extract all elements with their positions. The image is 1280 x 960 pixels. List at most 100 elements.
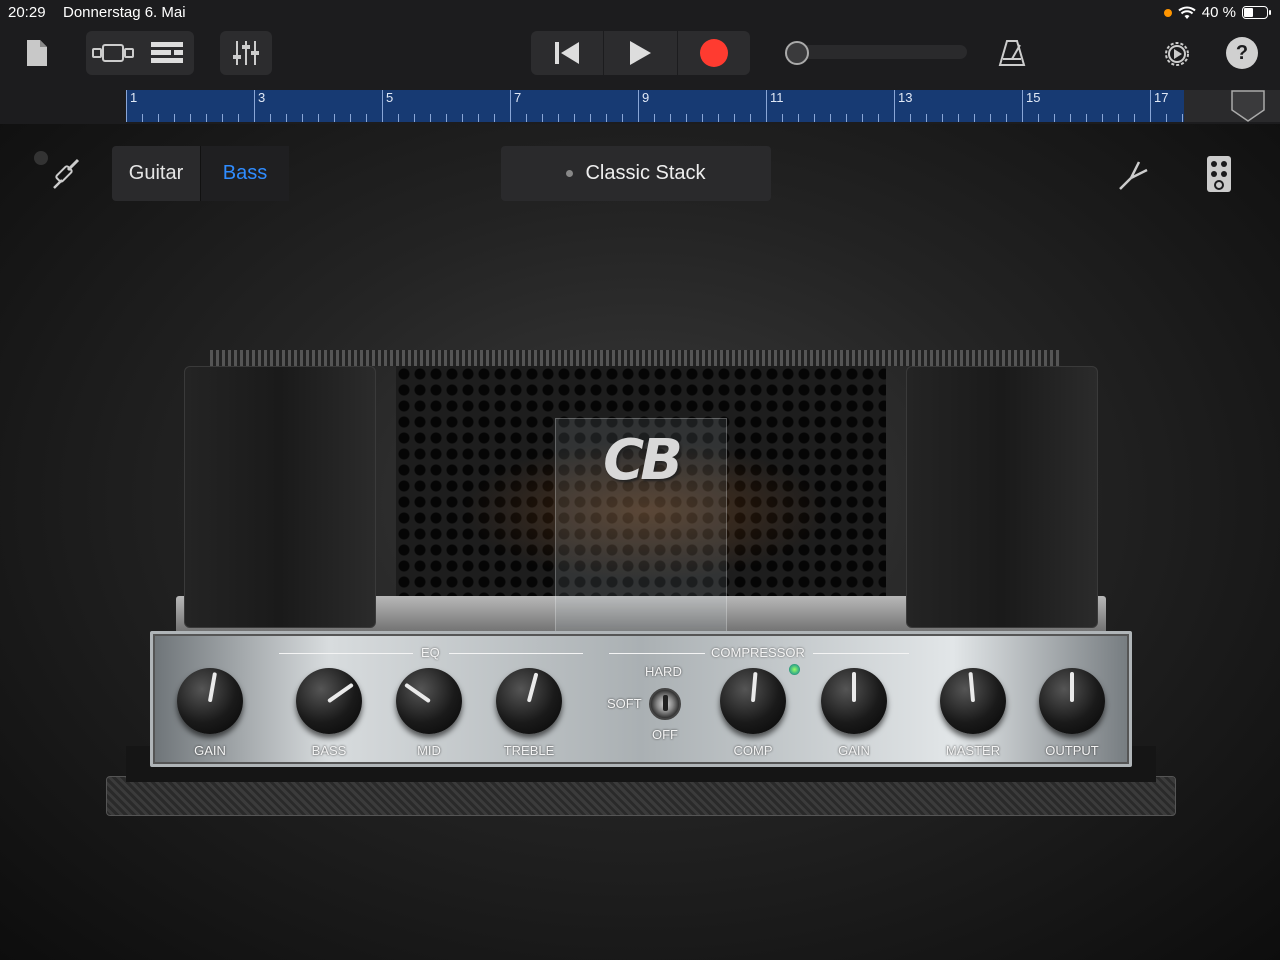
ruler-tick [542,114,543,122]
ruler-tick [798,114,799,122]
knob-label: BASS [311,743,347,758]
question-icon: ? [1235,41,1249,64]
mic-indicator-icon [1163,8,1172,17]
settings-button[interactable] [1158,35,1196,73]
eq-line-right [449,653,583,654]
compressor-line-left [609,653,705,654]
ruler-tick [942,114,943,122]
amp-screen: Guitar Bass Classic Stack CB EQ COMPRESS… [0,124,1280,960]
mixer-button[interactable] [220,31,272,75]
battery-percent: 40 % [1201,4,1236,21]
song-section-marker-icon[interactable] [1231,90,1265,122]
knob-comp-4[interactable] [720,668,786,734]
status-right: 40 % [1163,4,1271,21]
switch-soft-label: SOFT [607,696,642,711]
switch-off-label: OFF [652,727,678,742]
status-date: Donnerstag 6. Mai [63,4,186,21]
knob-label: GAIN [838,743,870,758]
ruler-tick [974,114,975,122]
ruler-tick [318,114,319,122]
knob-gain-5[interactable] [821,668,887,734]
knob-bass-1[interactable] [296,668,362,734]
record-icon [699,39,728,67]
metronome-button[interactable] [994,36,1030,70]
ruler-tick [1070,114,1071,122]
preset-selector[interactable]: Classic Stack [501,146,771,201]
record-button[interactable] [678,31,750,75]
metronome-icon [998,40,1026,66]
knob-master-6[interactable] [940,668,1006,734]
ruler-tick [430,114,431,122]
ruler-tick [766,114,767,122]
bass-tab[interactable]: Bass [201,146,289,201]
ruler-tick [654,114,655,122]
ruler-tick [926,114,927,122]
ruler-tick [606,114,607,122]
knob-mid-2[interactable] [396,668,462,734]
knob-gain-0[interactable] [177,668,243,734]
battery-icon [1242,6,1271,19]
bass-amp-head: CB EQ COMPRESSOR GAIN BASS MID TREBLE COMP GA… [106,336,1176,826]
ruler-tick [1022,114,1023,122]
right-transformer [906,366,1098,628]
input-settings-button[interactable] [46,154,84,192]
tuner-button[interactable] [1114,154,1156,194]
ruler-bar-label: 7 [510,90,521,122]
ruler-tick [174,114,175,122]
ruler-tick [462,114,463,122]
ruler-tick [814,114,815,122]
ruler-tick [958,114,959,122]
ruler-tick [1054,114,1055,122]
play-icon [630,41,652,65]
timeline-ruler[interactable]: 1 3 5 7 9 11 13 15 17 [126,90,1184,122]
my-songs-button[interactable] [22,36,52,70]
timeline-ruler-area: 1 3 5 7 9 11 13 15 17 [0,88,1280,124]
preset-dot-icon [566,170,574,177]
ruler-tick [414,114,415,122]
preset-name: Classic Stack [585,162,706,184]
ruler-tick [158,114,159,122]
amp-logo: CB [603,428,683,493]
toolbar: ? [0,26,1280,88]
stompbox-button[interactable] [1202,152,1236,196]
ruler-tick [734,114,735,122]
instrument-type-selector: Guitar Bass [112,146,289,201]
guitar-tab[interactable]: Guitar [112,146,201,201]
help-button[interactable]: ? [1226,37,1258,69]
ruler-tick [1102,114,1103,122]
compressor-mode-switch[interactable] [649,688,681,720]
eq-section-label: EQ [421,645,440,660]
knob-pointer [1070,672,1074,702]
status-time: 20:29 [8,4,46,21]
ruler-tick [750,114,751,122]
knob-label: GAIN [194,743,226,758]
knob-treble-3[interactable] [496,668,562,734]
switch-hard-label: HARD [645,664,682,679]
volume-slider-track[interactable] [797,45,967,59]
status-bar: 20:29 Donnerstag 6. Mai 40 % [0,0,1280,26]
ruler-tick [670,114,671,122]
volume-slider-knob[interactable] [785,41,809,65]
ruler-tick [494,114,495,122]
tuning-fork-icon [1119,161,1148,190]
ruler-tick [302,114,303,122]
ruler-bar-label: 1 [126,90,137,122]
left-transformer [184,366,376,628]
go-to-beginning-button[interactable] [531,31,605,75]
ruler-tick [478,114,479,122]
amp-base [106,776,1176,816]
knob-output-7[interactable] [1039,668,1105,734]
ruler-tick [270,114,271,122]
ruler-tick [254,114,255,122]
knob-label: COMP [733,743,773,758]
ruler-tick [238,114,239,122]
tracks-view-button[interactable] [140,31,194,75]
pedal-icon [1207,156,1231,192]
ruler-tick [638,114,639,122]
ruler-tick [398,114,399,122]
browser-view-button[interactable] [86,31,140,75]
play-button[interactable] [604,31,678,75]
compressor-led [789,664,800,675]
ruler-tick [1182,114,1183,122]
ruler-tick [782,114,783,122]
